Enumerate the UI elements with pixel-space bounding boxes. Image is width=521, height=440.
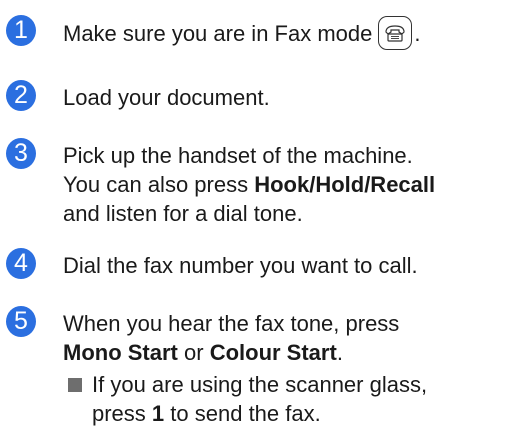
- step-number-5: 5: [6, 306, 36, 337]
- mono-start-key: Mono Start: [63, 340, 178, 365]
- step-1-line-1: Make sure you are in Fax mode: [63, 20, 373, 46]
- step-1-period: .: [414, 20, 421, 46]
- step-3-line-2-text: You can also press: [63, 172, 255, 197]
- step-5-line-1: When you hear the fax tone, press: [63, 311, 400, 336]
- key-1: 1: [151, 401, 165, 426]
- hook-hold-recall-key: Hook/Hold/Recall: [254, 172, 436, 197]
- sub-line-2-end: to send the fax.: [164, 401, 321, 426]
- step-5-line-2: Mono Start or Colour Start.: [63, 338, 343, 367]
- step-number-2: 2: [6, 80, 36, 111]
- step-number-1: 1: [6, 15, 36, 46]
- step-5-period: .: [336, 340, 343, 365]
- fax-mode-icon: [378, 16, 413, 50]
- step-3-line-1: Pick up the handset of the machine.: [63, 143, 413, 168]
- step-number-3: 3: [6, 138, 36, 169]
- step-5-or: or: [177, 340, 210, 365]
- square-bullet-icon: [68, 378, 82, 392]
- sub-bullet: If you are using the scanner glass, pres…: [0, 368, 521, 428]
- sub-bullet-line-2: press 1 to send the fax.: [92, 399, 321, 428]
- step-4-line-1: Dial the fax number you want to call.: [63, 253, 418, 278]
- step-1-text: Make sure you are in Fax mode .: [63, 16, 421, 50]
- step-2-line-1: Load your document.: [63, 85, 270, 110]
- step-3-line-2: You can also press Hook/Hold/Recall: [63, 170, 435, 199]
- sub-line-2-pre: press: [92, 401, 152, 426]
- sub-bullet-line-1: If you are using the scanner glass,: [92, 372, 428, 397]
- colour-start-key: Colour Start: [209, 340, 337, 365]
- step-number-4: 4: [6, 248, 36, 279]
- step-3-line-3: and listen for a dial tone.: [63, 201, 303, 226]
